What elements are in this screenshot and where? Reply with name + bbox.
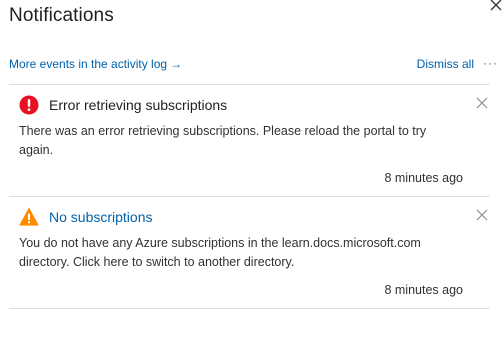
dismiss-all-button[interactable]: Dismiss all bbox=[417, 57, 474, 71]
notification-message: You do not have any Azure subscriptions … bbox=[19, 236, 421, 269]
dismiss-notification-icon[interactable] bbox=[476, 97, 488, 109]
notifications-panel: Notifications More events in the activit… bbox=[0, 0, 504, 338]
notification-title-link[interactable]: No subscriptions bbox=[49, 209, 153, 225]
activity-log-link-label: More events in the activity log bbox=[9, 57, 168, 71]
notification-header: Error retrieving subscriptions bbox=[19, 95, 227, 115]
close-icon[interactable] bbox=[488, 0, 504, 13]
dismiss-notification-icon[interactable] bbox=[476, 209, 488, 221]
notifications-toolbar: More events in the activity log → Dismis… bbox=[9, 56, 498, 73]
divider bbox=[9, 84, 490, 85]
divider bbox=[9, 308, 490, 309]
notification-title: Error retrieving subscriptions bbox=[49, 97, 228, 113]
warning-icon bbox=[19, 207, 39, 226]
notification-time: 8 minutes ago bbox=[384, 171, 463, 185]
error-icon bbox=[19, 95, 39, 115]
divider bbox=[9, 196, 490, 197]
notification-header: No subscriptions bbox=[19, 207, 153, 227]
arrow-right-icon: → bbox=[170, 57, 183, 71]
activity-log-link[interactable]: More events in the activity log → bbox=[9, 57, 182, 71]
notification-card-error[interactable]: Error retrieving subscriptions There was… bbox=[9, 95, 490, 195]
notification-time: 8 minutes ago bbox=[384, 283, 463, 297]
notification-message: There was an error retrieving subscripti… bbox=[19, 124, 427, 157]
panel-title: Notifications bbox=[9, 5, 114, 26]
more-options-button[interactable]: ··· bbox=[483, 56, 498, 70]
notification-card-warning[interactable]: No subscriptions You do not have any Azu… bbox=[9, 207, 490, 307]
